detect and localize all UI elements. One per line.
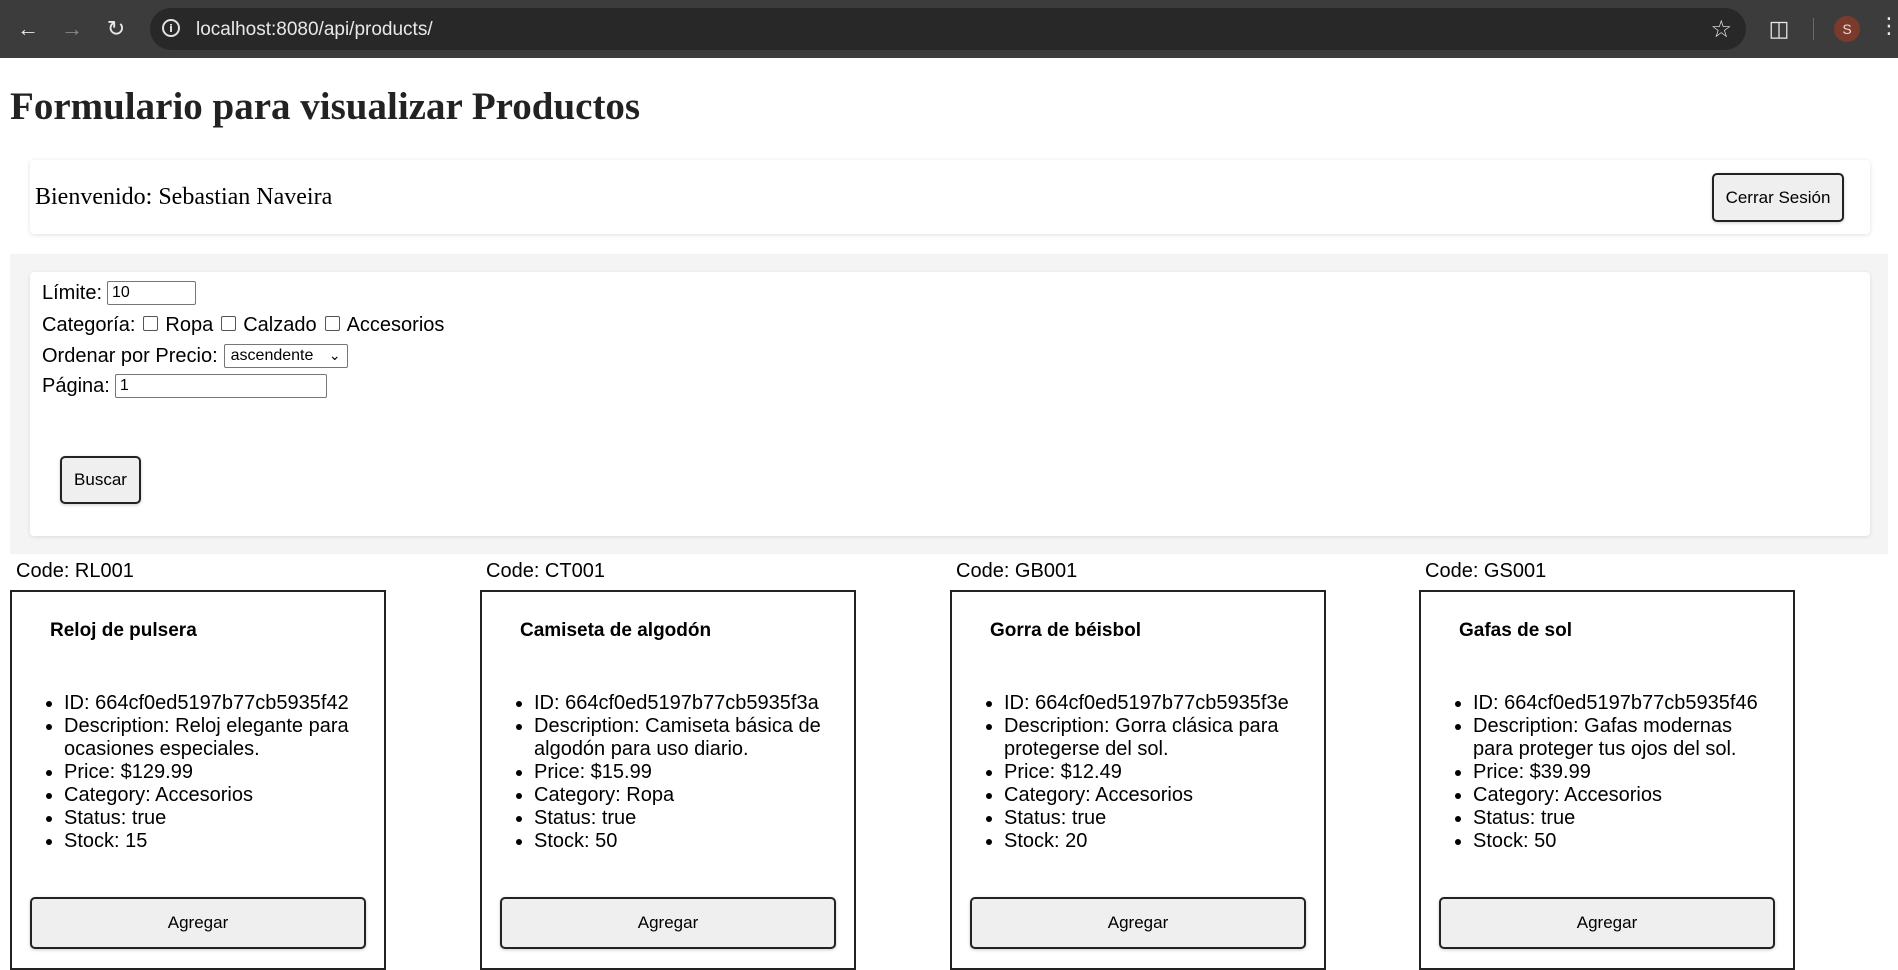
product-description: Description: Gafas modernas para protege… — [1473, 715, 1773, 761]
limit-label: Límite: — [42, 281, 103, 304]
reload-icon[interactable]: ↻ — [100, 13, 132, 45]
product-code: Code: CT001 — [486, 560, 605, 582]
sort-select-value: ascendente — [230, 347, 314, 364]
category-label: Categoría: — [42, 314, 136, 336]
category-row: Categoría: Ropa Calzado Accesorios — [42, 314, 444, 337]
toolbar-divider — [1813, 18, 1814, 40]
sort-row: Ordenar por Precio: ascendente ⌄ — [42, 344, 348, 368]
product-stock: Stock: 50 — [534, 830, 834, 853]
product-id: ID: 664cf0ed5197b77cb5935f3e — [1004, 692, 1304, 715]
product-price: Price: $129.99 — [64, 761, 364, 784]
product-status: Status: true — [534, 807, 834, 830]
limit-input[interactable] — [107, 281, 197, 305]
product-details-list: ID: 664cf0ed5197b77cb5935f3eDescription:… — [976, 692, 1304, 853]
product-category: Category: Ropa — [534, 784, 834, 807]
product-status: Status: true — [1473, 807, 1773, 830]
product-details-list: ID: 664cf0ed5197b77cb5935f3aDescription:… — [506, 692, 834, 853]
product-name: Gafas de sol — [1459, 620, 1572, 641]
product-price: Price: $15.99 — [534, 761, 834, 784]
product-description: Description: Gorra clásica para proteger… — [1004, 715, 1304, 761]
page-input[interactable] — [114, 374, 327, 398]
product-stock: Stock: 50 — [1473, 830, 1773, 853]
address-bar[interactable]: i localhost:8080/api/products/ ☆ — [150, 8, 1746, 50]
add-to-cart-button[interactable]: Agregar — [970, 897, 1306, 949]
product-details-list: ID: 664cf0ed5197b77cb5935f46Description:… — [1445, 692, 1773, 853]
product-id: ID: 664cf0ed5197b77cb5935f46 — [1473, 692, 1773, 715]
browser-toolbar: ← → ↻ i localhost:8080/api/products/ ☆ ◫… — [0, 0, 1898, 58]
filter-panel: Límite: Categoría: Ropa Calzado Accesori… — [10, 254, 1888, 554]
category-checkbox-accesorios[interactable] — [324, 316, 340, 331]
product-card: Camiseta de algodón ID: 664cf0ed5197b77cb… — [480, 590, 856, 970]
add-to-cart-button[interactable]: Agregar — [30, 897, 366, 949]
page-title: Formulario para visualizar Productos — [10, 85, 641, 128]
product-description: Description: Camiseta básica de algodón … — [534, 715, 834, 761]
product-id: ID: 664cf0ed5197b77cb5935f42 — [64, 692, 364, 715]
product-status: Status: true — [64, 807, 364, 830]
category-checkbox-ropa[interactable] — [143, 316, 159, 331]
product-price: Price: $39.99 — [1473, 761, 1773, 784]
category-option-label: Accesorios — [346, 314, 445, 336]
product-stock: Stock: 15 — [64, 830, 364, 853]
product-category: Category: Accesorios — [1473, 784, 1773, 807]
product-stock: Stock: 20 — [1004, 830, 1304, 853]
product-name: Reloj de pulsera — [50, 620, 197, 641]
product-code: Code: GS001 — [1425, 560, 1547, 582]
product-details-list: ID: 664cf0ed5197b77cb5935f42Description:… — [36, 692, 364, 853]
product-status: Status: true — [1004, 807, 1304, 830]
back-arrow-icon[interactable]: ← — [12, 13, 44, 45]
page-label: Página: — [42, 374, 110, 397]
page-row: Página: — [42, 374, 327, 398]
product-card: Reloj de pulsera ID: 664cf0ed5197b77cb593… — [10, 590, 386, 970]
product-code: Code: RL001 — [16, 560, 134, 582]
site-info-icon[interactable]: i — [162, 19, 180, 37]
kebab-menu-icon[interactable]: ⋮ — [1878, 14, 1898, 39]
logout-button[interactable]: Cerrar Sesión — [1712, 173, 1844, 222]
sort-select[interactable]: ascendente ⌄ — [223, 344, 348, 368]
product-category: Category: Accesorios — [1004, 784, 1304, 807]
product-card: Gafas de sol ID: 664cf0ed5197b77cb5935f46… — [1419, 590, 1795, 970]
welcome-message: Bienvenido: Sebastian Naveira — [35, 184, 333, 210]
product-description: Description: Reloj elegante para ocasion… — [64, 715, 364, 761]
forward-arrow-icon[interactable]: → — [56, 13, 88, 45]
product-price: Price: $12.49 — [1004, 761, 1304, 784]
product-id: ID: 664cf0ed5197b77cb5935f3a — [534, 692, 834, 715]
category-checkbox-calzado[interactable] — [221, 316, 237, 331]
product-card: Gorra de béisbol ID: 664cf0ed5197b77cb593… — [950, 590, 1326, 970]
category-option-label: Ropa — [165, 314, 214, 336]
limit-row: Límite: — [42, 281, 197, 305]
chevron-down-icon: ⌄ — [328, 348, 341, 364]
add-to-cart-button[interactable]: Agregar — [1439, 897, 1775, 949]
product-code: Code: GB001 — [956, 560, 1078, 582]
add-to-cart-button[interactable]: Agregar — [500, 897, 836, 949]
search-button[interactable]: Buscar — [60, 456, 141, 504]
address-url[interactable]: localhost:8080/api/products/ — [196, 19, 433, 41]
sort-label: Ordenar por Precio: — [42, 344, 218, 367]
product-name: Camiseta de algodón — [520, 620, 712, 641]
welcome-card: Bienvenido: Sebastian Naveira Cerrar Ses… — [30, 160, 1870, 234]
filter-form: Límite: Categoría: Ropa Calzado Accesori… — [30, 272, 1870, 536]
product-category: Category: Accesorios — [64, 784, 364, 807]
product-name: Gorra de béisbol — [990, 620, 1141, 641]
bookmark-star-icon[interactable]: ☆ — [1710, 15, 1732, 43]
profile-avatar[interactable]: S — [1834, 16, 1860, 42]
extensions-icon[interactable]: ◫ — [1763, 13, 1795, 45]
category-option-label: Calzado — [243, 314, 317, 336]
